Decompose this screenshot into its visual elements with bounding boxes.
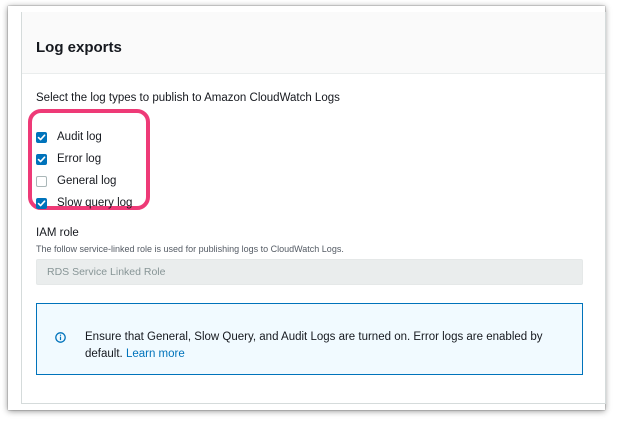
general-log-option[interactable]: General log <box>36 173 116 189</box>
learn-more-link[interactable]: Learn more <box>126 348 185 360</box>
slow-query-log-option[interactable]: Slow query log <box>36 195 132 211</box>
slow-query-log-label: Slow query log <box>57 197 133 209</box>
audit-log-option[interactable]: Audit log <box>36 129 102 145</box>
iam-role-label: IAM role <box>36 227 79 239</box>
iam-role-field: RDS Service Linked Role <box>36 259 583 285</box>
iam-role-help-text: The follow service-linked role is used f… <box>36 244 344 254</box>
screenshot-frame: Log exports Select the log types to publ… <box>8 6 606 410</box>
audit-log-checkbox[interactable] <box>36 131 47 143</box>
log-exports-panel: Log exports Select the log types to publ… <box>21 12 606 404</box>
error-log-label: Error log <box>57 153 102 165</box>
error-log-checkbox[interactable] <box>36 153 47 165</box>
checkmark-icon <box>37 133 46 140</box>
general-log-label: General log <box>57 175 117 187</box>
checkmark-icon <box>37 155 46 162</box>
panel-title: Log exports <box>36 39 122 56</box>
info-icon <box>55 332 66 343</box>
audit-log-label: Audit log <box>57 131 102 143</box>
info-alert-text: Ensure that General, Slow Query, and Aud… <box>85 329 565 363</box>
checkmark-icon <box>37 199 46 206</box>
slow-query-log-checkbox[interactable] <box>36 197 47 209</box>
info-alert: Ensure that General, Slow Query, and Aud… <box>36 303 583 375</box>
error-log-option[interactable]: Error log <box>36 151 101 167</box>
log-types-description: Select the log types to publish to Amazo… <box>36 92 340 104</box>
general-log-checkbox[interactable] <box>36 175 47 187</box>
iam-role-value: RDS Service Linked Role <box>47 266 166 278</box>
